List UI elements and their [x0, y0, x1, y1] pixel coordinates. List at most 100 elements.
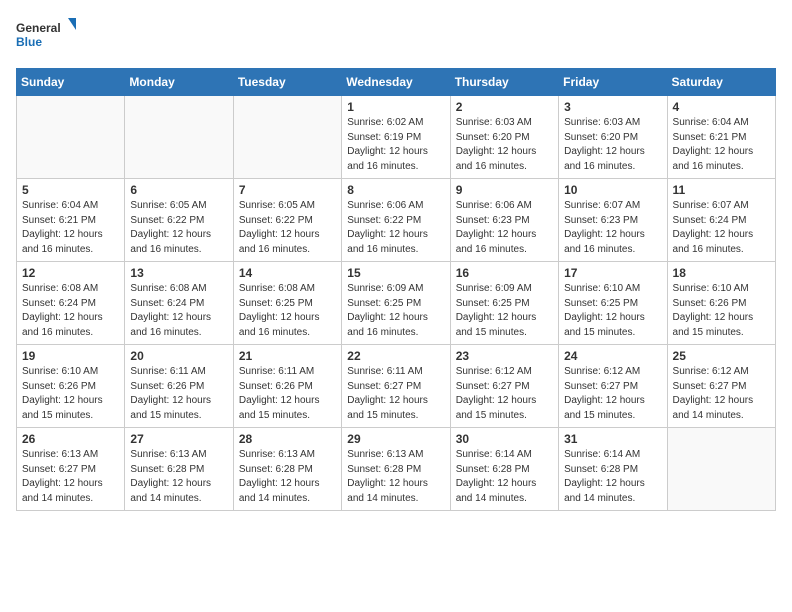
- calendar-week-row: 26 Sunrise: 6:13 AM Sunset: 6:27 PM Dayli…: [17, 428, 776, 511]
- page-header: General Blue: [16, 16, 776, 56]
- calendar-cell: 11Sunrise: 6:07 AM Sunset: 6:24 PM Dayli…: [667, 179, 775, 262]
- calendar-cell: 10 Sunrise: 6:07 AM Sunset: 6:23 PM Dayli…: [559, 179, 667, 262]
- calendar-cell: [125, 96, 233, 179]
- day-number: 24: [564, 349, 661, 363]
- day-info: Sunrise: 6:12 AM Sunset: 6:27 PM Dayligh…: [673, 365, 770, 423]
- day-info: Sunrise: 6:04 AM Sunset: 6:21 PM Dayligh…: [22, 199, 119, 257]
- calendar-cell: 5 Sunrise: 6:04 AM Sunset: 6:21 PM Daylig…: [17, 179, 125, 262]
- day-info: Sunrise: 6:09 AM Sunset: 6:25 PM Dayligh…: [456, 282, 553, 340]
- logo-svg: General Blue: [16, 16, 76, 56]
- calendar-cell: 13 Sunrise: 6:08 AM Sunset: 6:24 PM Dayli…: [125, 262, 233, 345]
- calendar-week-row: 19 Sunrise: 6:10 AM Sunset: 6:26 PM Dayli…: [17, 345, 776, 428]
- day-number: 17: [564, 266, 661, 280]
- calendar-cell: 18 Sunrise: 6:10 AM Sunset: 6:26 PM Dayli…: [667, 262, 775, 345]
- day-info: Sunrise: 6:13 AM Sunset: 6:28 PM Dayligh…: [130, 448, 227, 506]
- day-number: 1: [347, 100, 444, 114]
- day-number: 19: [22, 349, 119, 363]
- day-info: Sunrise: 6:13 AM Sunset: 6:28 PM Dayligh…: [239, 448, 336, 506]
- calendar-cell: 31Sunrise: 6:14 AM Sunset: 6:28 PM Dayli…: [559, 428, 667, 511]
- calendar-cell: 30Sunrise: 6:14 AM Sunset: 6:28 PM Dayli…: [450, 428, 558, 511]
- day-info: Sunrise: 6:07 AM Sunset: 6:23 PM Dayligh…: [564, 199, 661, 257]
- day-number: 15: [347, 266, 444, 280]
- day-info: Sunrise: 6:02 AM Sunset: 6:19 PM Dayligh…: [347, 116, 444, 174]
- day-number: 26: [22, 432, 119, 446]
- day-info: Sunrise: 6:11 AM Sunset: 6:26 PM Dayligh…: [239, 365, 336, 423]
- day-info: Sunrise: 6:03 AM Sunset: 6:20 PM Dayligh…: [456, 116, 553, 174]
- day-number: 6: [130, 183, 227, 197]
- calendar-cell: 23Sunrise: 6:12 AM Sunset: 6:27 PM Dayli…: [450, 345, 558, 428]
- day-number: 4: [673, 100, 770, 114]
- day-info: Sunrise: 6:12 AM Sunset: 6:27 PM Dayligh…: [456, 365, 553, 423]
- calendar-week-row: 12 Sunrise: 6:08 AM Sunset: 6:24 PM Dayli…: [17, 262, 776, 345]
- calendar-cell: 12 Sunrise: 6:08 AM Sunset: 6:24 PM Dayli…: [17, 262, 125, 345]
- day-number: 2: [456, 100, 553, 114]
- day-of-week-header: Sunday: [17, 69, 125, 96]
- calendar-cell: [667, 428, 775, 511]
- day-number: 22: [347, 349, 444, 363]
- day-number: 21: [239, 349, 336, 363]
- day-of-week-header: Friday: [559, 69, 667, 96]
- calendar-cell: [17, 96, 125, 179]
- day-number: 29: [347, 432, 444, 446]
- day-number: 7: [239, 183, 336, 197]
- day-info: Sunrise: 6:05 AM Sunset: 6:22 PM Dayligh…: [130, 199, 227, 257]
- day-number: 13: [130, 266, 227, 280]
- logo: General Blue: [16, 16, 76, 56]
- calendar-header-row: SundayMondayTuesdayWednesdayThursdayFrid…: [17, 69, 776, 96]
- calendar-cell: 25 Sunrise: 6:12 AM Sunset: 6:27 PM Dayli…: [667, 345, 775, 428]
- day-info: Sunrise: 6:12 AM Sunset: 6:27 PM Dayligh…: [564, 365, 661, 423]
- day-number: 10: [564, 183, 661, 197]
- calendar-cell: 3 Sunrise: 6:03 AM Sunset: 6:20 PM Daylig…: [559, 96, 667, 179]
- day-info: Sunrise: 6:10 AM Sunset: 6:26 PM Dayligh…: [22, 365, 119, 423]
- calendar-cell: 2 Sunrise: 6:03 AM Sunset: 6:20 PM Daylig…: [450, 96, 558, 179]
- day-number: 3: [564, 100, 661, 114]
- calendar-cell: 17Sunrise: 6:10 AM Sunset: 6:25 PM Dayli…: [559, 262, 667, 345]
- day-number: 20: [130, 349, 227, 363]
- day-number: 28: [239, 432, 336, 446]
- svg-text:General: General: [16, 21, 61, 35]
- calendar-cell: 22 Sunrise: 6:11 AM Sunset: 6:27 PM Dayli…: [342, 345, 450, 428]
- calendar-cell: 6 Sunrise: 6:05 AM Sunset: 6:22 PM Daylig…: [125, 179, 233, 262]
- day-info: Sunrise: 6:10 AM Sunset: 6:26 PM Dayligh…: [673, 282, 770, 340]
- day-info: Sunrise: 6:05 AM Sunset: 6:22 PM Dayligh…: [239, 199, 336, 257]
- day-info: Sunrise: 6:08 AM Sunset: 6:24 PM Dayligh…: [130, 282, 227, 340]
- day-info: Sunrise: 6:08 AM Sunset: 6:25 PM Dayligh…: [239, 282, 336, 340]
- calendar-cell: 28 Sunrise: 6:13 AM Sunset: 6:28 PM Dayli…: [233, 428, 341, 511]
- day-info: Sunrise: 6:06 AM Sunset: 6:23 PM Dayligh…: [456, 199, 553, 257]
- calendar-cell: 19 Sunrise: 6:10 AM Sunset: 6:26 PM Dayli…: [17, 345, 125, 428]
- calendar-week-row: 1 Sunrise: 6:02 AM Sunset: 6:19 PM Daylig…: [17, 96, 776, 179]
- day-of-week-header: Saturday: [667, 69, 775, 96]
- day-number: 8: [347, 183, 444, 197]
- day-info: Sunrise: 6:14 AM Sunset: 6:28 PM Dayligh…: [564, 448, 661, 506]
- day-number: 5: [22, 183, 119, 197]
- day-number: 12: [22, 266, 119, 280]
- day-info: Sunrise: 6:11 AM Sunset: 6:27 PM Dayligh…: [347, 365, 444, 423]
- calendar-cell: 20Sunrise: 6:11 AM Sunset: 6:26 PM Dayli…: [125, 345, 233, 428]
- calendar-cell: 7 Sunrise: 6:05 AM Sunset: 6:22 PM Daylig…: [233, 179, 341, 262]
- day-info: Sunrise: 6:03 AM Sunset: 6:20 PM Dayligh…: [564, 116, 661, 174]
- calendar-cell: 15 Sunrise: 6:09 AM Sunset: 6:25 PM Dayli…: [342, 262, 450, 345]
- calendar-cell: 29 Sunrise: 6:13 AM Sunset: 6:28 PM Dayli…: [342, 428, 450, 511]
- day-info: Sunrise: 6:13 AM Sunset: 6:28 PM Dayligh…: [347, 448, 444, 506]
- day-number: 16: [456, 266, 553, 280]
- calendar-cell: 1 Sunrise: 6:02 AM Sunset: 6:19 PM Daylig…: [342, 96, 450, 179]
- day-number: 11: [673, 183, 770, 197]
- day-info: Sunrise: 6:09 AM Sunset: 6:25 PM Dayligh…: [347, 282, 444, 340]
- day-info: Sunrise: 6:13 AM Sunset: 6:27 PM Dayligh…: [22, 448, 119, 506]
- calendar-week-row: 5 Sunrise: 6:04 AM Sunset: 6:21 PM Daylig…: [17, 179, 776, 262]
- day-number: 25: [673, 349, 770, 363]
- calendar-cell: [233, 96, 341, 179]
- day-number: 9: [456, 183, 553, 197]
- day-number: 18: [673, 266, 770, 280]
- calendar-cell: 27 Sunrise: 6:13 AM Sunset: 6:28 PM Dayli…: [125, 428, 233, 511]
- day-of-week-header: Wednesday: [342, 69, 450, 96]
- day-info: Sunrise: 6:08 AM Sunset: 6:24 PM Dayligh…: [22, 282, 119, 340]
- day-number: 14: [239, 266, 336, 280]
- day-number: 27: [130, 432, 227, 446]
- calendar-cell: 8 Sunrise: 6:06 AM Sunset: 6:22 PM Daylig…: [342, 179, 450, 262]
- day-info: Sunrise: 6:14 AM Sunset: 6:28 PM Dayligh…: [456, 448, 553, 506]
- calendar-table: SundayMondayTuesdayWednesdayThursdayFrid…: [16, 68, 776, 511]
- svg-text:Blue: Blue: [16, 35, 42, 49]
- calendar-cell: 9 Sunrise: 6:06 AM Sunset: 6:23 PM Daylig…: [450, 179, 558, 262]
- day-info: Sunrise: 6:06 AM Sunset: 6:22 PM Dayligh…: [347, 199, 444, 257]
